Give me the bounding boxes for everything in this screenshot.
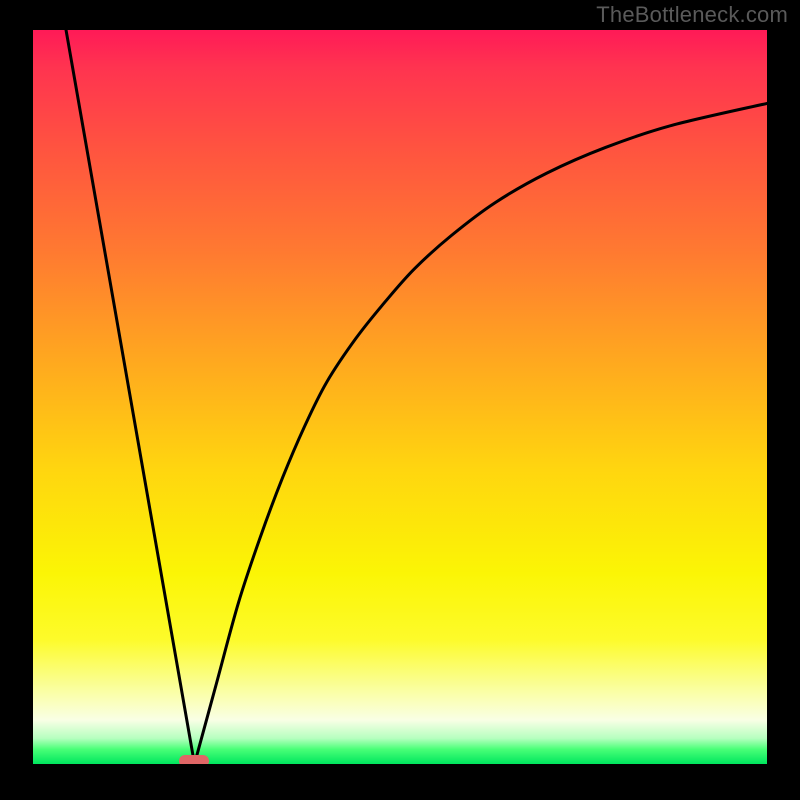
- left-descent-line: [66, 30, 194, 764]
- plot-area: [33, 30, 767, 764]
- bottleneck-marker: [179, 755, 209, 764]
- watermark-text: TheBottleneck.com: [596, 2, 788, 28]
- chart-container: TheBottleneck.com: [0, 0, 800, 800]
- curve-layer: [33, 30, 767, 764]
- right-ascent-curve: [194, 103, 767, 764]
